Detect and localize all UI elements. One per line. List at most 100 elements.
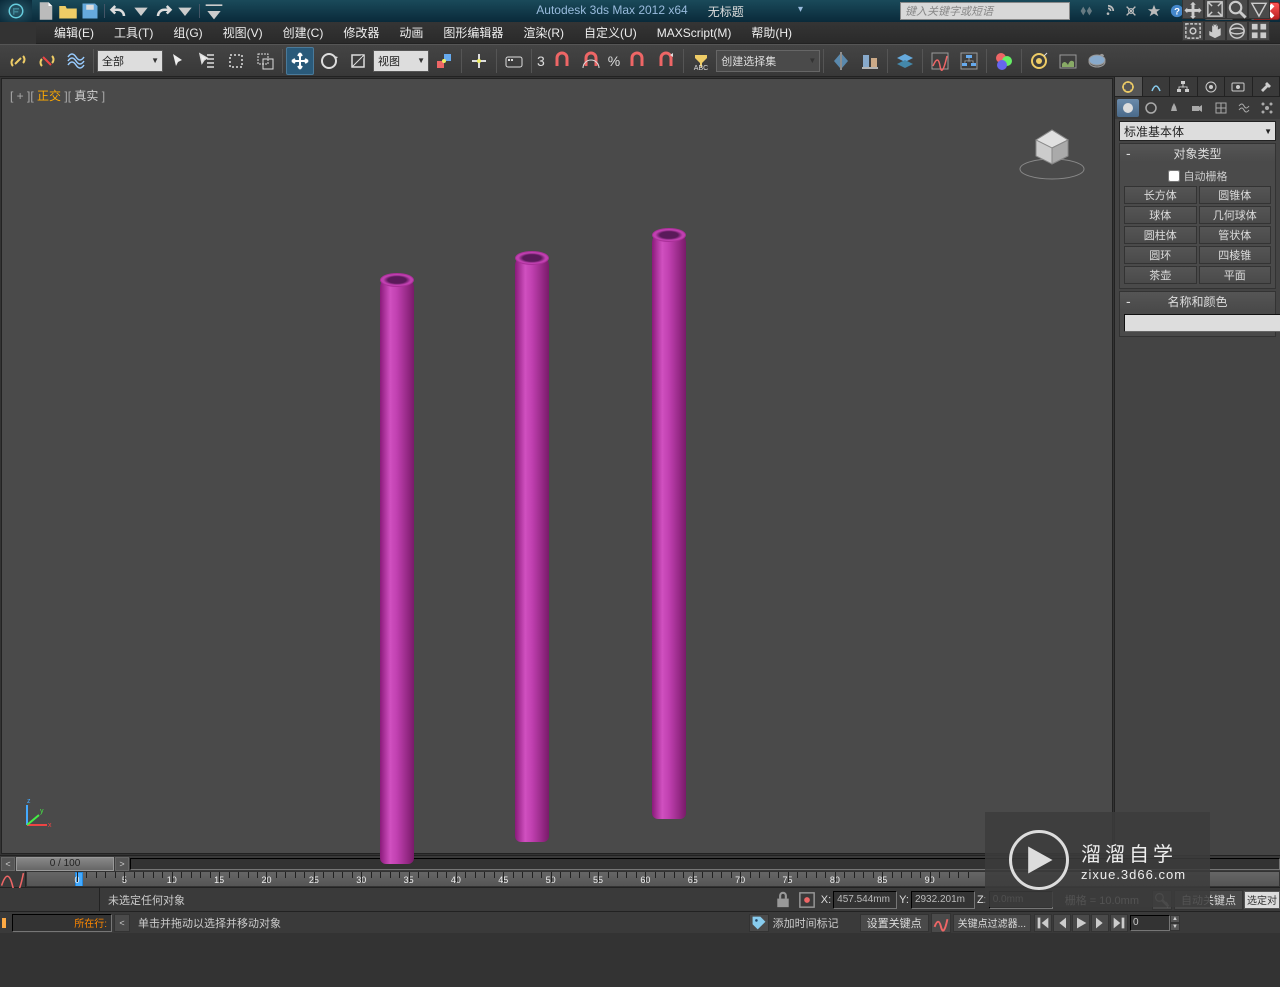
favorites-icon[interactable]: [1143, 2, 1165, 20]
named-selection-dropdown[interactable]: 创建选择集: [716, 50, 820, 72]
rollout-object-type[interactable]: 对象类型: [1120, 144, 1275, 162]
primitive-pyramid[interactable]: 四棱锥: [1199, 246, 1272, 264]
listener-status[interactable]: 所在行:: [12, 914, 112, 932]
scene-object-tube-1[interactable]: [380, 276, 414, 864]
primitive-teapot[interactable]: 茶壶: [1124, 266, 1197, 284]
lock-selection-icon[interactable]: [773, 890, 793, 910]
exchange-icon[interactable]: [1120, 2, 1142, 20]
goto-start-icon[interactable]: [1034, 914, 1052, 932]
primitive-plane[interactable]: 平面: [1199, 266, 1272, 284]
next-key-icon[interactable]: [1091, 914, 1109, 932]
menu-modifiers[interactable]: 修改器: [333, 22, 389, 43]
tab-modify[interactable]: [1143, 77, 1171, 96]
subtab-space-warps[interactable]: [1233, 99, 1255, 117]
set-key-button[interactable]: 设置关键点: [860, 914, 929, 932]
redo-drop-icon[interactable]: [175, 2, 195, 20]
primitive-geosphere[interactable]: 几何球体: [1199, 206, 1272, 224]
move-icon[interactable]: [286, 47, 314, 75]
menu-create[interactable]: 创建(C): [273, 22, 334, 43]
subtab-lights[interactable]: [1163, 99, 1185, 117]
subtab-geometry[interactable]: [1117, 99, 1139, 117]
layer-manager-icon[interactable]: [891, 47, 919, 75]
rollout-name-color[interactable]: 名称和颜色: [1120, 292, 1275, 310]
next-frame-icon[interactable]: >: [115, 857, 129, 871]
prev-frame-icon[interactable]: <: [1, 857, 15, 871]
rotate-icon[interactable]: [315, 47, 343, 75]
subtab-systems[interactable]: [1256, 99, 1278, 117]
undo-drop-icon[interactable]: [131, 2, 151, 20]
tab-hierarchy[interactable]: [1170, 77, 1198, 96]
open-file-icon[interactable]: [58, 2, 78, 20]
goto-end-icon[interactable]: [1110, 914, 1128, 932]
subtab-shapes[interactable]: [1140, 99, 1162, 117]
select-object-icon[interactable]: [164, 47, 192, 75]
subtab-cameras[interactable]: [1186, 99, 1208, 117]
select-by-name-icon[interactable]: [193, 47, 221, 75]
play-icon[interactable]: [1072, 914, 1090, 932]
tab-motion[interactable]: [1198, 77, 1226, 96]
primitive-sphere[interactable]: 球体: [1124, 206, 1197, 224]
isolate-selection-icon[interactable]: [797, 890, 817, 910]
primitive-box[interactable]: 长方体: [1124, 186, 1197, 204]
app-menu-icon[interactable]: [0, 0, 32, 22]
save-file-icon[interactable]: [80, 2, 100, 20]
menu-maxscript[interactable]: MAXScript(M): [647, 24, 742, 42]
primitive-torus[interactable]: 圆环: [1124, 246, 1197, 264]
menu-edit[interactable]: 编辑(E): [44, 22, 104, 43]
listener-arrow-icon[interactable]: <: [114, 914, 130, 932]
pivot-center-icon[interactable]: [430, 47, 458, 75]
communication-center-icon[interactable]: [1074, 2, 1096, 20]
menu-tools[interactable]: 工具(T): [104, 22, 163, 43]
menu-views[interactable]: 视图(V): [213, 22, 273, 43]
selection-filter-dropdown[interactable]: 全部: [97, 50, 163, 72]
zoom-region-icon[interactable]: [1182, 21, 1204, 41]
percent-snap-icon[interactable]: [623, 47, 651, 75]
time-tag-icon[interactable]: [749, 914, 769, 932]
keyboard-shortcut-icon[interactable]: [500, 47, 528, 75]
menu-rendering[interactable]: 渲染(R): [513, 22, 574, 43]
viewport-label[interactable]: [ + ][ 正交 ][ 真实 ]: [10, 87, 105, 104]
curve-editor-icon[interactable]: [926, 47, 954, 75]
primitive-tube[interactable]: 管状体: [1199, 226, 1272, 244]
viewcube[interactable]: [1012, 109, 1092, 189]
tab-display[interactable]: [1225, 77, 1253, 96]
schematic-view-icon[interactable]: [955, 47, 983, 75]
menu-help[interactable]: 帮助(H): [741, 22, 802, 43]
zoom-extents-icon[interactable]: [1204, 0, 1226, 19]
key-target-dropdown[interactable]: 选定对: [1244, 891, 1280, 909]
tab-utilities[interactable]: [1253, 77, 1280, 96]
subtab-helpers[interactable]: [1210, 99, 1232, 117]
redo-icon[interactable]: [153, 2, 173, 20]
scene-object-tube-3[interactable]: [652, 231, 686, 819]
align-icon[interactable]: [856, 47, 884, 75]
scene-object-tube-2[interactable]: [515, 254, 549, 842]
unlink-icon[interactable]: [33, 47, 61, 75]
key-mode-toggle-icon[interactable]: [931, 913, 951, 933]
window-crossing-icon[interactable]: [251, 47, 279, 75]
snap-toggle-icon[interactable]: [548, 47, 576, 75]
material-editor-icon[interactable]: [990, 47, 1018, 75]
mini-listener-input[interactable]: [0, 888, 100, 912]
add-time-tag-label[interactable]: 添加时间标记: [773, 915, 839, 931]
menu-graph-editors[interactable]: 图形编辑器: [433, 22, 513, 43]
edit-named-sel-icon[interactable]: ABC: [687, 47, 715, 75]
primitive-cone[interactable]: 圆锥体: [1199, 186, 1272, 204]
bind-space-warp-icon[interactable]: [62, 47, 90, 75]
zoom-icon[interactable]: [1226, 0, 1248, 19]
frame-spinner[interactable]: ▲▼: [1170, 915, 1180, 931]
prev-key-icon[interactable]: [1053, 914, 1071, 932]
y-coord-input[interactable]: 2932.201m: [911, 891, 975, 909]
menu-customize[interactable]: 自定义(U): [574, 22, 647, 43]
scale-icon[interactable]: [344, 47, 372, 75]
rendered-frame-icon[interactable]: [1054, 47, 1082, 75]
max-viewport-icon[interactable]: [1248, 21, 1270, 41]
angle-snap-icon[interactable]: [577, 47, 605, 75]
fov-icon[interactable]: [1248, 0, 1270, 19]
orbit-icon[interactable]: [1226, 21, 1248, 41]
menu-animation[interactable]: 动画: [389, 22, 433, 43]
key-filters-button[interactable]: 关键点过滤器...: [953, 914, 1031, 932]
render-icon[interactable]: [1083, 47, 1111, 75]
subscription-icon[interactable]: [1097, 2, 1119, 20]
time-slider-thumb[interactable]: 0 / 100: [16, 857, 114, 871]
current-frame-input[interactable]: 0: [1130, 915, 1170, 931]
